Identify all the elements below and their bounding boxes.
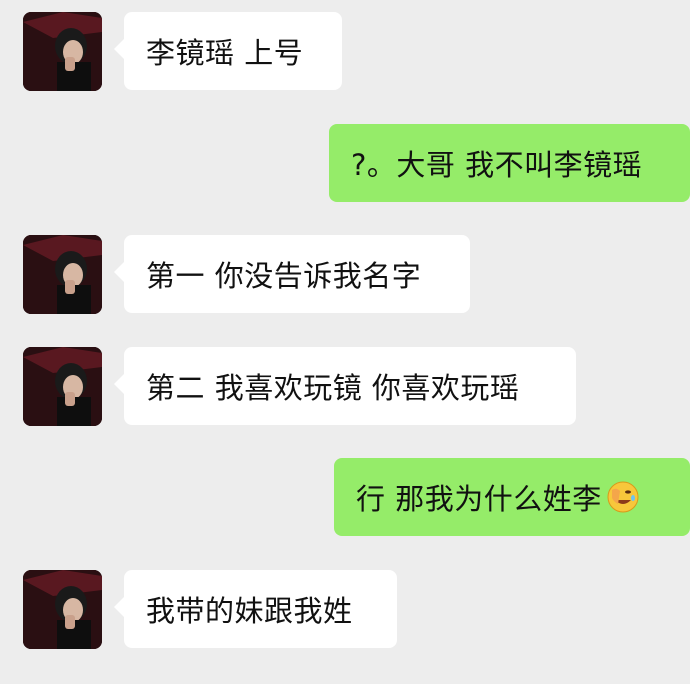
message-bubble[interactable]: 第二 我喜欢玩镜 你喜欢玩瑶: [124, 347, 576, 425]
chat-message-incoming: 李镜瑶 上号: [0, 12, 690, 92]
message-bubble[interactable]: 行 那我为什么姓李: [334, 458, 690, 536]
message-text: 第二 我喜欢玩镜 你喜欢玩瑶: [146, 371, 520, 405]
message-bubble[interactable]: 第一 你没告诉我名字: [124, 235, 470, 313]
message-text: 李镜瑶 上号: [146, 36, 304, 70]
user-avatar-icon[interactable]: [23, 12, 102, 91]
facepalm-laugh-emoji-icon: [607, 481, 639, 513]
chat-message-incoming: 我带的妹跟我姓: [0, 570, 690, 650]
chat-message-incoming: 第一 你没告诉我名字: [0, 235, 690, 315]
chat-message-outgoing: ?。大哥 我不叫李镜瑶: [0, 124, 690, 204]
user-avatar-icon[interactable]: [23, 235, 102, 314]
message-text: ?。大哥 我不叫李镜瑶: [351, 148, 643, 182]
message-text: 我带的妹跟我姓: [146, 594, 353, 628]
chat-message-incoming: 第二 我喜欢玩镜 你喜欢玩瑶: [0, 347, 690, 427]
user-avatar-icon[interactable]: [23, 347, 102, 426]
chat-message-outgoing: 行 那我为什么姓李: [0, 458, 690, 538]
message-text: 行 那我为什么姓李: [356, 482, 602, 516]
user-avatar-icon[interactable]: [23, 570, 102, 649]
message-text: 第一 你没告诉我名字: [146, 259, 422, 293]
message-bubble[interactable]: 李镜瑶 上号: [124, 12, 342, 90]
message-bubble[interactable]: 我带的妹跟我姓: [124, 570, 397, 648]
message-bubble[interactable]: ?。大哥 我不叫李镜瑶: [329, 124, 690, 202]
